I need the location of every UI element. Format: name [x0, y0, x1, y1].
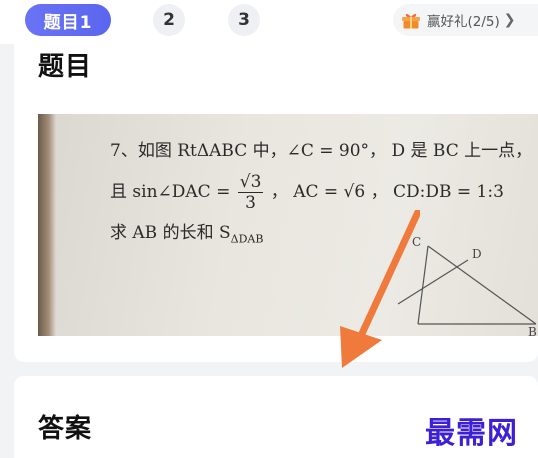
fraction-numerator: √3	[237, 172, 264, 193]
gift-icon	[402, 13, 420, 29]
question-tab-bar: 题目1 2 3 赢好礼(2/5) ❯	[0, 0, 538, 44]
orange-arrow-annotation	[340, 210, 420, 368]
area-subscript: ΔDAB	[230, 232, 264, 246]
gift-reward-button[interactable]: 赢好礼(2/5) ❯	[393, 4, 538, 36]
chevron-right-icon: ❯	[503, 12, 516, 28]
sqrt3-over-3-fraction: √3 3	[237, 172, 264, 213]
question-photo[interactable]: 7、如图 RtΔABC 中，∠C = 90°， D 是 BC 上一点， 且 si…	[38, 114, 538, 336]
answer-heading: 答案	[38, 414, 93, 444]
problem-line-3-text: 求 AB 的长和 S	[110, 223, 231, 243]
gift-reward-label: 赢好礼(2/5)	[427, 14, 500, 30]
tab-question-3[interactable]: 3	[228, 4, 260, 36]
problem-line-3: 求 AB 的长和 SΔDAB	[110, 218, 263, 245]
problem-line-2-prefix: 且 sin∠DAC =	[110, 182, 231, 202]
question-heading: 题目	[38, 52, 93, 82]
problem-line-2-suffix: ， AC = √6 ， CD:DB = 1:3	[270, 182, 504, 202]
photo-shadow-edge	[38, 114, 56, 336]
site-watermark: 最需网	[425, 416, 518, 451]
problem-line-1: 7、如图 RtΔABC 中，∠C = 90°， D 是 BC 上一点，	[110, 141, 533, 161]
label-b: B	[528, 325, 537, 336]
fraction-denominator: 3	[245, 193, 256, 213]
problem-line-2: 且 sin∠DAC = √3 3 ， AC = √6 ， CD:DB = 1:3	[110, 172, 504, 213]
label-d: D	[472, 247, 482, 261]
tab-question-1[interactable]: 题目1	[25, 4, 111, 36]
tab-question-2[interactable]: 2	[153, 4, 185, 36]
